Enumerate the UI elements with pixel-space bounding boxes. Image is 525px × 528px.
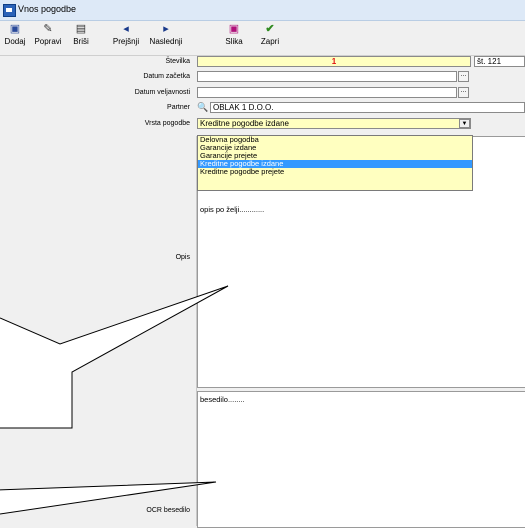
callout-bubble xyxy=(0,285,229,429)
callout-annotations xyxy=(0,285,229,515)
callout-bubble xyxy=(0,481,217,515)
